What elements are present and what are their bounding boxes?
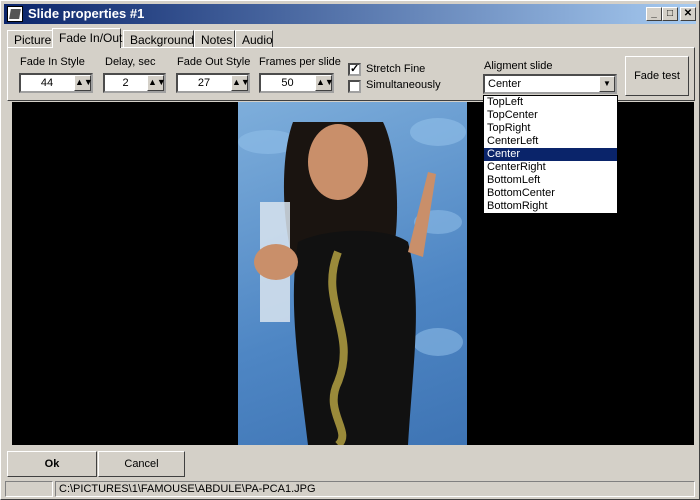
spin-arrows-icon[interactable]: ▲▼	[315, 75, 334, 91]
fade-in-style-spinner[interactable]: 44 ▲▼	[19, 73, 93, 93]
alignment-option[interactable]: BottomRight	[484, 200, 617, 213]
stretch-fine-checkbox[interactable]: ✓	[348, 63, 361, 76]
tab-background[interactable]: Background	[123, 30, 194, 47]
tab-picture[interactable]: Picture	[7, 30, 53, 47]
fade-out-style-label: Fade Out Style	[177, 56, 251, 68]
preview-photo	[238, 102, 467, 445]
fade-out-style-value[interactable]: 27	[178, 77, 230, 89]
delay-spinner[interactable]: 2 ▲▼	[103, 73, 166, 93]
delay-label: Delay, sec	[105, 56, 156, 68]
chevron-down-icon[interactable]: ▼	[599, 76, 615, 92]
app-icon	[7, 6, 23, 22]
cancel-button[interactable]: Cancel	[98, 451, 185, 477]
tab-notes[interactable]: Notes	[194, 30, 235, 47]
tab-fade-in-out[interactable]: Fade In/Out	[52, 28, 122, 48]
alignment-selected-value[interactable]: Center	[488, 78, 521, 90]
alignment-option[interactable]: TopRight	[484, 122, 617, 135]
maximize-button[interactable]: □	[662, 7, 678, 21]
fade-in-style-value[interactable]: 44	[21, 77, 73, 89]
close-button[interactable]: ✕	[680, 7, 696, 21]
simultaneously-checkbox[interactable]	[348, 80, 361, 93]
spin-arrows-icon[interactable]: ▲▼	[147, 75, 166, 91]
status-bar-left-pane	[5, 481, 53, 497]
frames-per-slide-label: Frames per slide	[259, 56, 341, 68]
alignment-option[interactable]: CenterLeft	[484, 135, 617, 148]
alignment-option[interactable]: TopCenter	[484, 109, 617, 122]
alignment-option-selected[interactable]: Center	[484, 148, 617, 161]
window-title: Slide properties #1	[28, 6, 145, 21]
alignment-option[interactable]: BottomCenter	[484, 187, 617, 200]
spin-arrows-icon[interactable]: ▲▼	[74, 75, 93, 91]
frames-per-slide-value[interactable]: 50	[261, 77, 314, 89]
alignment-dropdown-list: TopLeft TopCenter TopRight CenterLeft Ce…	[483, 95, 618, 214]
spin-arrows-icon[interactable]: ▲▼	[231, 75, 250, 91]
dialog-window: Slide properties #1 _ □ ✕ Picture Fade I…	[0, 0, 700, 500]
alignment-select[interactable]: Center ▼	[483, 74, 617, 94]
fade-out-style-spinner[interactable]: 27 ▲▼	[176, 73, 250, 93]
photo-illustration	[238, 118, 466, 445]
alignment-option[interactable]: BottomLeft	[484, 174, 617, 187]
ok-button[interactable]: Ok	[7, 451, 97, 477]
title-bar[interactable]: Slide properties #1 _ □ ✕	[4, 4, 696, 24]
fade-in-style-label: Fade In Style	[20, 56, 85, 68]
frames-per-slide-spinner[interactable]: 50 ▲▼	[259, 73, 334, 93]
minimize-button[interactable]: _	[646, 7, 662, 21]
alignment-slide-label: Aligment slide	[484, 60, 553, 72]
alignment-option[interactable]: TopLeft	[484, 96, 617, 109]
fade-test-button[interactable]: Fade test	[625, 56, 689, 96]
tab-audio[interactable]: Audio	[235, 30, 273, 47]
simultaneously-label: Simultaneously	[366, 79, 441, 91]
alignment-option[interactable]: CenterRight	[484, 161, 617, 174]
stretch-fine-label: Stretch Fine	[366, 63, 426, 75]
delay-value[interactable]: 2	[105, 77, 146, 89]
status-bar-path: C:\PICTURES\1\FAMOUSE\ABDULE\PA-PCA1.JPG	[55, 481, 695, 497]
